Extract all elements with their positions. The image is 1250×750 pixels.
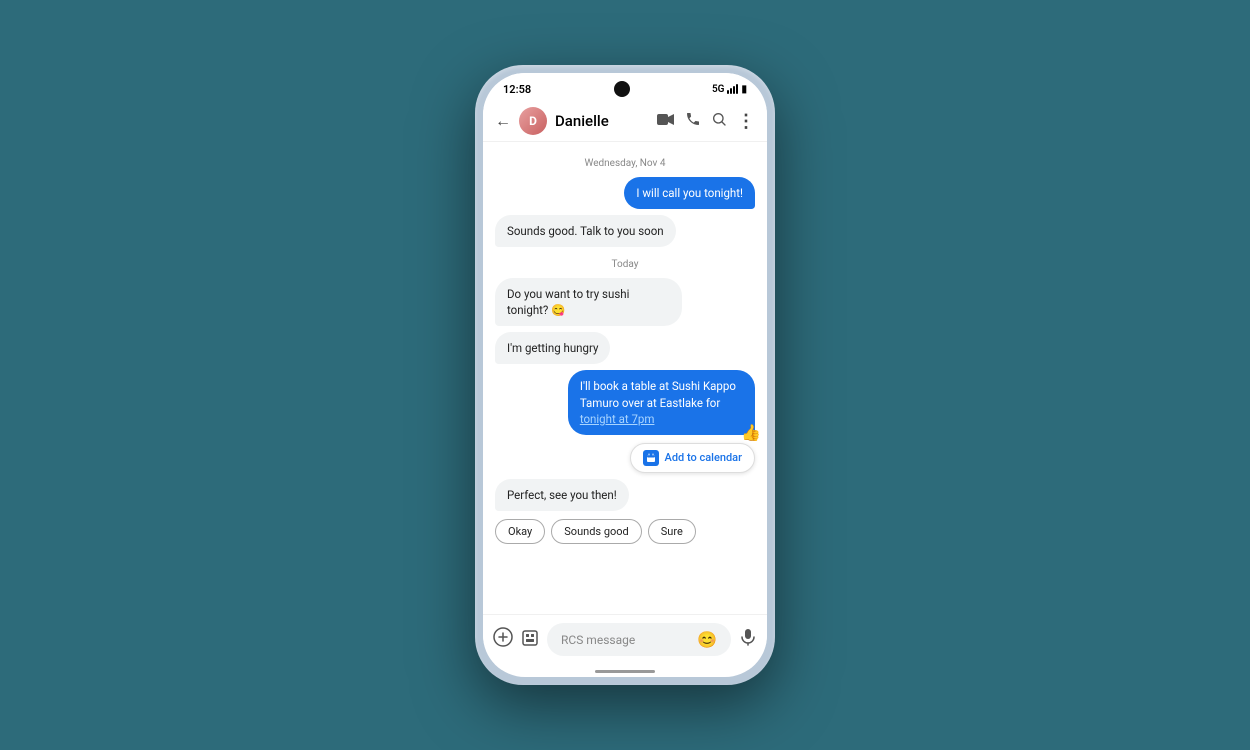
message-text: Sounds good. Talk to you soon — [507, 224, 664, 238]
bubble-received: I'm getting hungry — [495, 332, 610, 364]
voice-input-icon[interactable] — [739, 628, 757, 651]
phone-call-icon[interactable] — [685, 111, 701, 131]
status-bar: 12:58 5G ▮ — [483, 73, 767, 101]
battery-icon: ▮ — [741, 84, 747, 95]
message-row-received-4: Perfect, see you then! — [495, 479, 755, 511]
thumbs-up-reaction: 👍 — [741, 422, 761, 444]
message-row-received-1: Sounds good. Talk to you soon — [495, 215, 755, 247]
camera-notch — [614, 81, 630, 97]
input-bar: RCS message 😊 — [483, 614, 767, 670]
bubble-received: Do you want to try sushi tonight? 😋 — [495, 278, 682, 326]
network-label: 5G — [712, 84, 725, 95]
message-input-placeholder[interactable]: RCS message — [561, 633, 697, 647]
home-indicator — [595, 670, 655, 673]
quick-reply-label: Okay — [508, 525, 532, 538]
message-text-before-link: I'll book a table at Sushi Kappo Tamuro … — [580, 379, 736, 409]
back-button[interactable]: ← — [495, 111, 511, 131]
calendar-icon — [643, 450, 659, 466]
message-text: I'm getting hungry — [507, 341, 598, 355]
quick-reply-label: Sounds good — [564, 525, 628, 538]
message-row-received-2: Do you want to try sushi tonight? 😋 — [495, 278, 755, 326]
video-call-icon[interactable] — [657, 112, 675, 130]
quick-reply-sounds-good[interactable]: Sounds good — [551, 519, 641, 544]
date-separator-today: Today — [495, 259, 755, 270]
bubble-sent: I will call you tonight! — [624, 177, 755, 209]
message-row-sent-1: I will call you tonight! — [495, 177, 755, 209]
calendar-chip-label: Add to calendar — [665, 451, 742, 464]
app-bar-actions: ⋮ — [657, 111, 755, 132]
quick-reply-label: Sure — [661, 525, 683, 538]
message-input-wrap[interactable]: RCS message 😊 — [547, 623, 731, 656]
add-to-calendar-chip[interactable]: Add to calendar — [630, 443, 755, 473]
avatar: D — [519, 107, 547, 135]
phone-device: 12:58 5G ▮ ← D Danielle — [475, 65, 775, 685]
more-options-icon[interactable]: ⋮ — [737, 111, 755, 132]
bubble-received: Sounds good. Talk to you soon — [495, 215, 676, 247]
bubble-received: Perfect, see you then! — [495, 479, 629, 511]
message-text: I will call you tonight! — [636, 186, 743, 200]
quick-reply-sure[interactable]: Sure — [648, 519, 696, 544]
contact-name: Danielle — [555, 112, 649, 130]
status-icons: 5G ▮ — [712, 84, 747, 95]
bubble-sent-link: I'll book a table at Sushi Kappo Tamuro … — [568, 370, 755, 434]
message-link: tonight at 7pm — [580, 412, 655, 426]
attach-file-icon[interactable] — [521, 629, 539, 651]
emoji-picker-icon[interactable]: 😊 — [697, 630, 717, 649]
phone-screen: 12:58 5G ▮ ← D Danielle — [483, 73, 767, 677]
date-separator-past: Wednesday, Nov 4 — [495, 158, 755, 169]
chat-area: Wednesday, Nov 4 I will call you tonight… — [483, 142, 767, 614]
quick-reply-okay[interactable]: Okay — [495, 519, 545, 544]
message-text: Do you want to try sushi tonight? 😋 — [507, 287, 629, 317]
status-time: 12:58 — [503, 83, 531, 96]
message-text: Perfect, see you then! — [507, 488, 617, 502]
app-bar: ← D Danielle ⋮ — [483, 101, 767, 142]
search-icon[interactable] — [711, 111, 727, 131]
message-row-sent-2: I'll book a table at Sushi Kappo Tamuro … — [495, 370, 755, 434]
quick-replies-row: Okay Sounds good Sure — [495, 519, 755, 544]
calendar-chip-row: Add to calendar — [495, 441, 755, 473]
signal-bars-icon — [727, 84, 738, 94]
message-row-received-3: I'm getting hungry — [495, 332, 755, 364]
add-attachment-icon[interactable] — [493, 627, 513, 652]
avatar-initial: D — [529, 114, 537, 128]
